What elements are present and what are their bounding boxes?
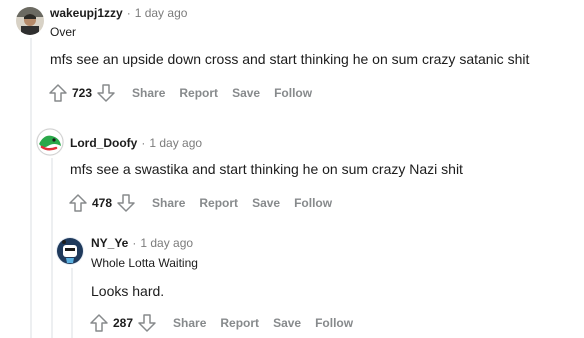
comment-body: mfs see a swastika and start thinking he…	[70, 161, 463, 177]
vote-score: 478	[92, 196, 113, 210]
save-button[interactable]: Save	[273, 316, 301, 330]
downvote-arrow-icon[interactable]	[116, 193, 136, 213]
report-button[interactable]: Report	[179, 86, 218, 100]
comment-actions: 723 Share Report Save Follow	[48, 81, 312, 105]
comment-username[interactable]: wakeupj1zzy	[50, 6, 123, 20]
follow-button[interactable]: Follow	[315, 316, 353, 330]
meta-separator: ·	[126, 6, 131, 20]
vote-score: 287	[113, 316, 134, 330]
comment-body: mfs see an upside down cross and start t…	[50, 51, 530, 67]
comment-username[interactable]: NY_Ye	[91, 236, 128, 250]
upvote-arrow-icon[interactable]	[68, 193, 88, 213]
share-button[interactable]: Share	[173, 316, 206, 330]
save-button[interactable]: Save	[252, 196, 280, 210]
user-flair: Whole Lotta Waiting	[91, 256, 198, 270]
share-button[interactable]: Share	[152, 196, 185, 210]
downvote-arrow-icon[interactable]	[137, 313, 157, 333]
downvote-arrow-icon[interactable]	[96, 83, 116, 103]
comment-timestamp[interactable]: 1 day ago	[135, 6, 188, 20]
follow-button[interactable]: Follow	[274, 86, 312, 100]
upvote-arrow-icon[interactable]	[89, 313, 109, 333]
report-button[interactable]: Report	[199, 196, 238, 210]
thread-line-2[interactable]	[51, 158, 53, 338]
share-button[interactable]: Share	[132, 86, 165, 100]
comment-timestamp[interactable]: 1 day ago	[149, 136, 202, 150]
comment-actions: 478 Share Report Save Follow	[68, 191, 332, 215]
meta-separator: ·	[132, 236, 137, 250]
avatar[interactable]	[36, 128, 64, 156]
upvote-arrow-icon[interactable]	[48, 83, 68, 103]
user-flair: Over	[50, 25, 77, 39]
comment-username[interactable]: Lord_Doofy	[70, 136, 137, 150]
thread-line-1[interactable]	[30, 38, 32, 338]
vote-score: 723	[72, 86, 93, 100]
comment-timestamp[interactable]: 1 day ago	[140, 236, 193, 250]
comment-actions: 287 Share Report Save Follow	[89, 311, 353, 335]
avatar[interactable]	[56, 237, 84, 265]
save-button[interactable]: Save	[232, 86, 260, 100]
meta-separator: ·	[141, 136, 146, 150]
follow-button[interactable]: Follow	[294, 196, 332, 210]
comment-body: Looks hard.	[91, 283, 165, 299]
thread-line-3[interactable]	[71, 268, 73, 338]
report-button[interactable]: Report	[220, 316, 259, 330]
avatar[interactable]	[16, 7, 44, 35]
